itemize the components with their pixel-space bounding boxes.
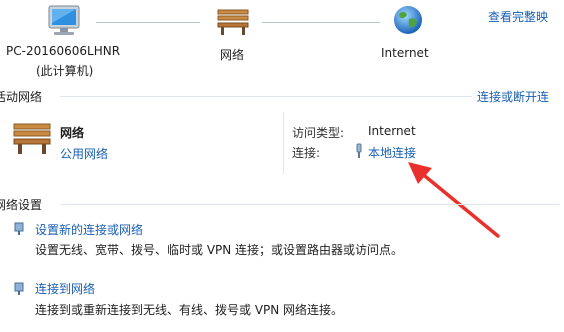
access-type-label: 访问类型: [292,126,345,140]
globe-icon [394,6,422,34]
bench-icon [13,123,51,154]
internet-map-label: Internet [381,46,429,60]
active-network-card[interactable]: 网络 公用网络 [0,112,270,172]
view-full-map-link[interactable]: 查看完整映 [488,8,548,25]
ethernet-icon [356,143,362,158]
internet-node[interactable]: Internet [372,0,442,64]
annotation-arrow [408,162,500,238]
network-map-label: 网络 [220,48,245,62]
access-type-value: Internet [368,124,416,138]
setup-connection-description: 设置无线、宽带、拨号、临时或 VPN 连接；或设置路由器或访问点。 [35,243,404,257]
connect-to-network-description: 连接到或重新连接到无线、有线、拨号或 VPN 网络连接。 [35,303,344,317]
active-network-name: 网络 [60,126,85,140]
connection-label: 连接: [292,146,321,160]
network-settings-header: 网络设置 [0,198,43,212]
vertical-divider [283,112,284,174]
connect-network-icon [14,282,24,295]
connect-to-network-link[interactable]: 连接到网络 [35,280,95,297]
map-connector [262,22,380,23]
section-divider [60,96,472,97]
map-connector [96,22,200,23]
active-networks-header: 活动网络 [0,90,43,104]
network-setup-icon [14,222,24,235]
bench-icon [217,9,249,35]
network-node[interactable]: 网络 [204,0,264,64]
section-divider [60,204,560,205]
computer-node[interactable]: PC-20160606LHNR (此计算机) [0,0,140,82]
computer-subtitle: (此计算机) [36,64,94,78]
network-type-link[interactable]: 公用网络 [60,145,108,162]
connect-or-disconnect-link[interactable]: 连接或断开连 [477,88,549,105]
computer-icon [48,5,80,35]
setup-connection-link[interactable]: 设置新的连接或网络 [35,221,143,238]
computer-name: PC-20160606LHNR [6,44,121,58]
